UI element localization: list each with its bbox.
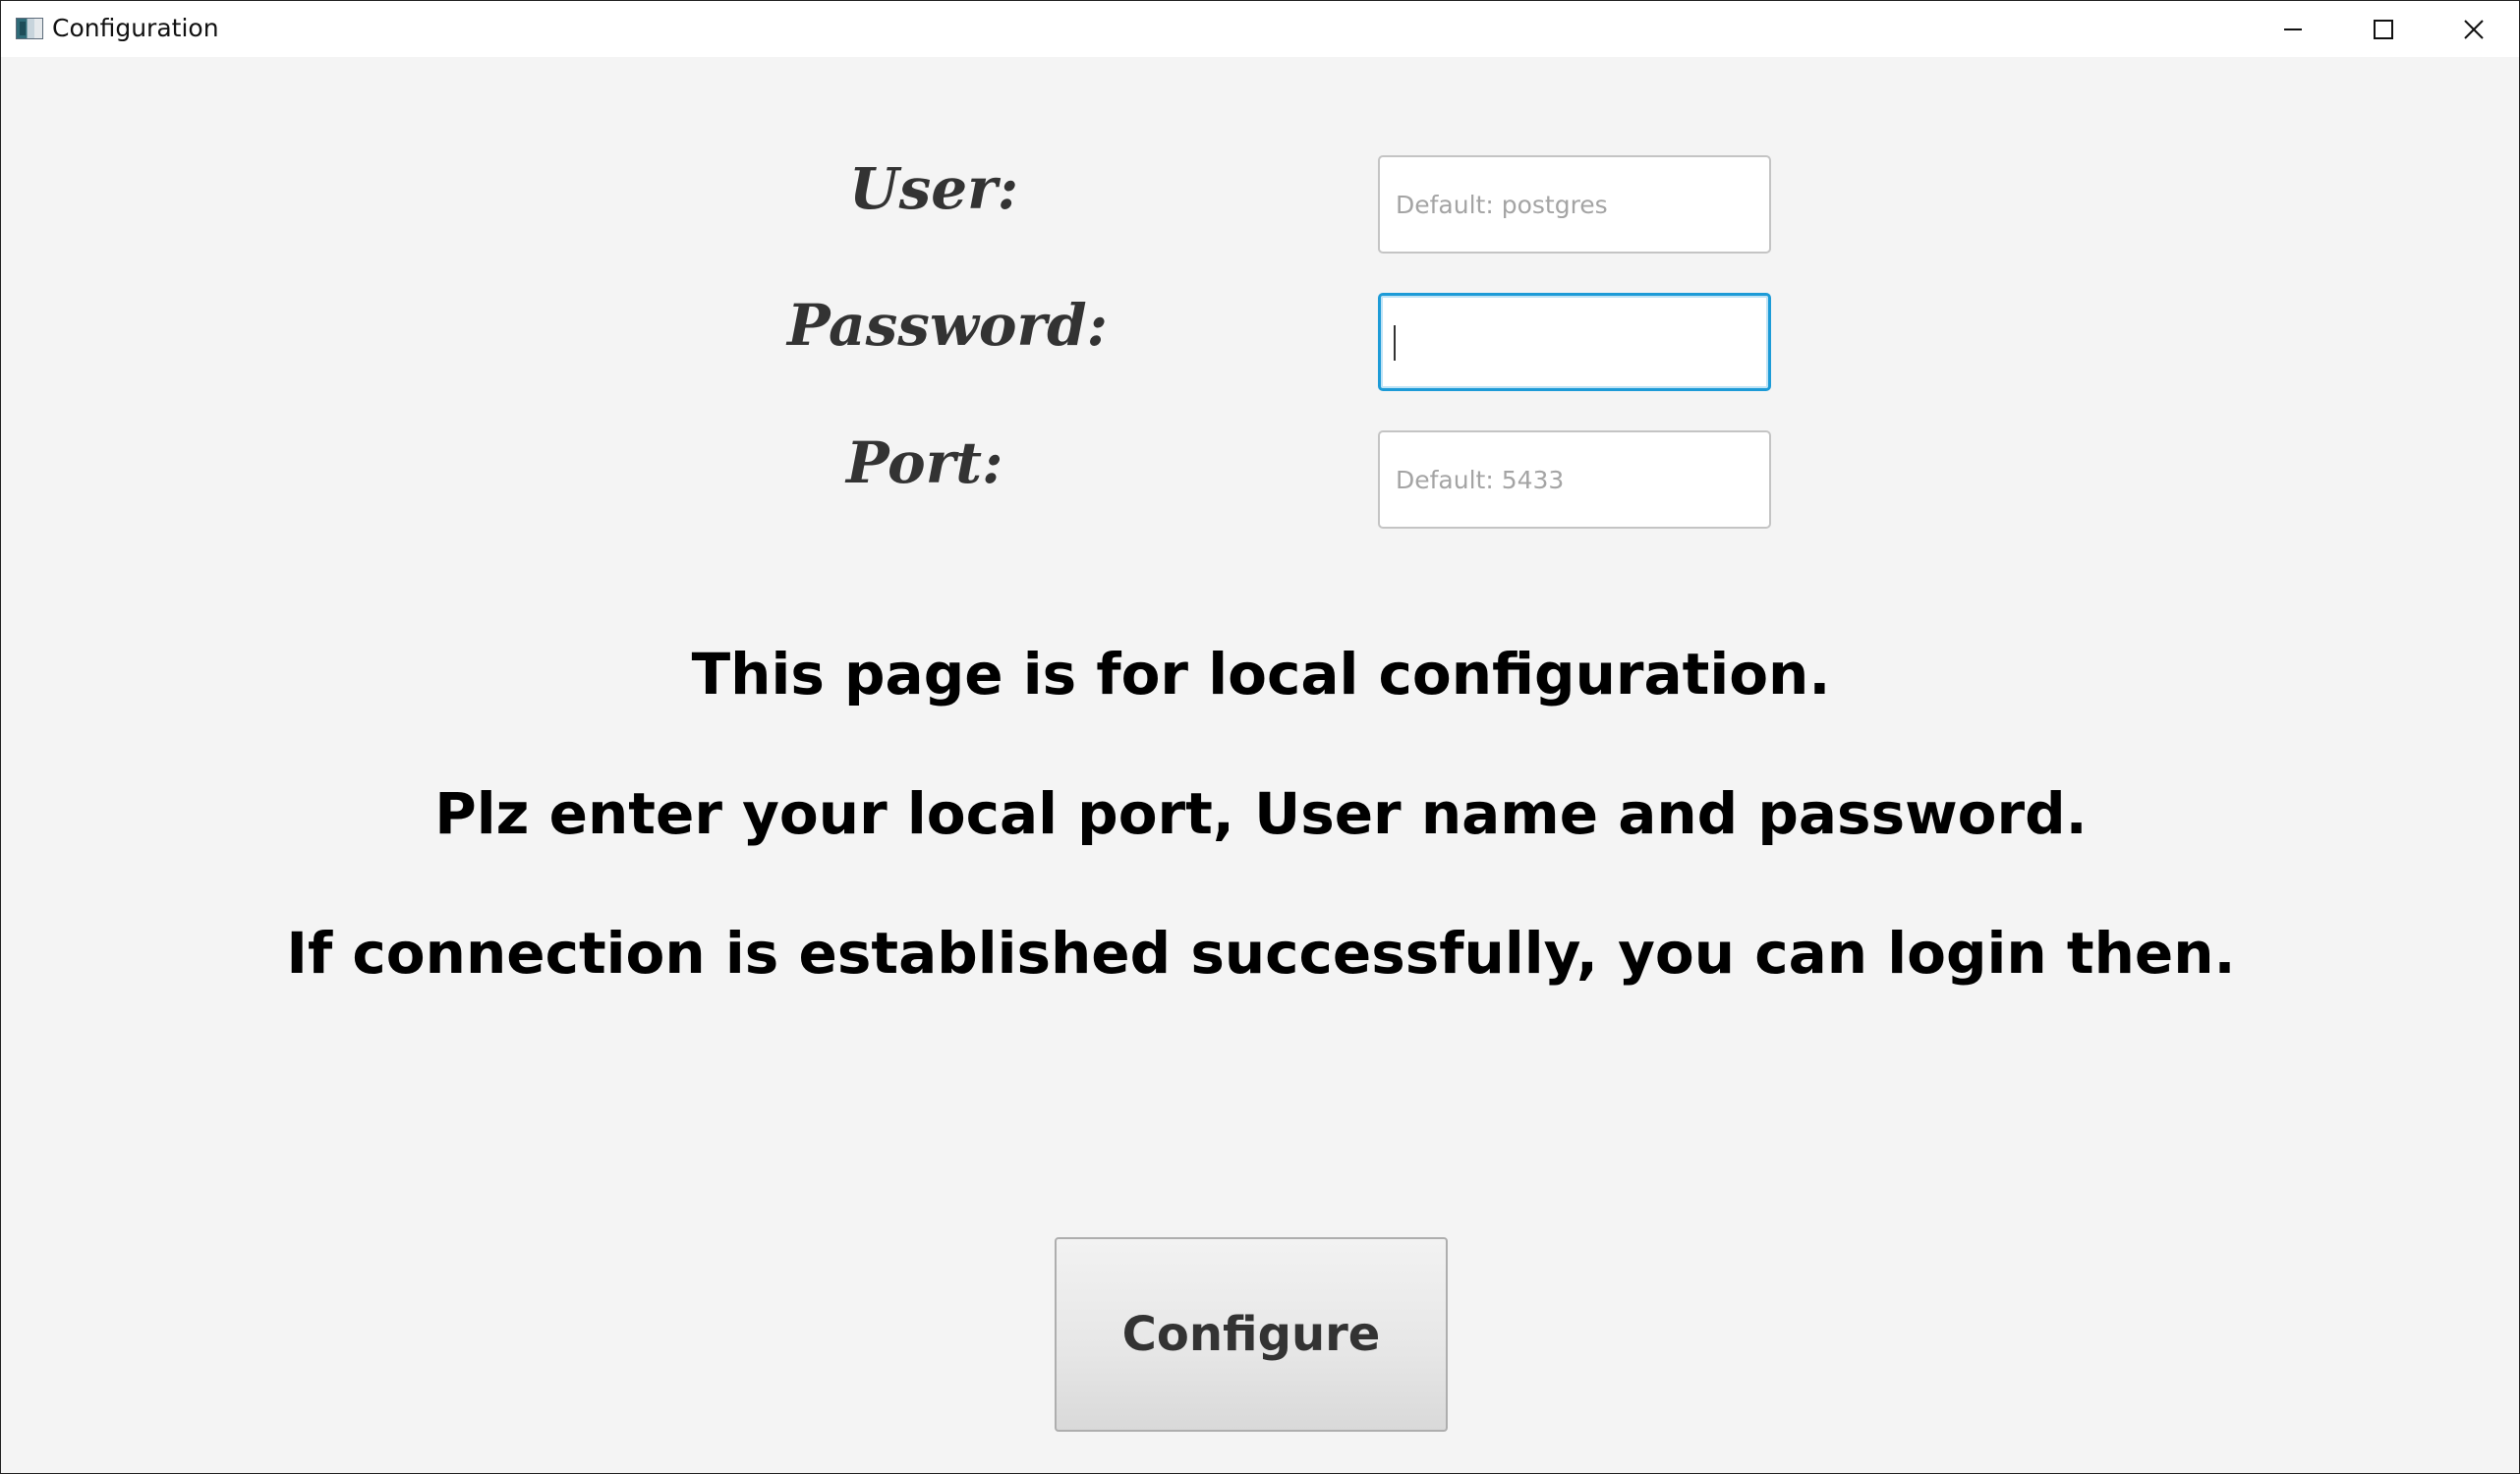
close-icon [2464,19,2484,39]
password-label: Password: [787,292,1109,359]
configuration-window: Configuration User: Password: Port: This… [0,0,2520,1474]
window-title: Configuration [52,14,219,42]
password-input[interactable] [1378,293,1771,391]
port-input[interactable] [1378,430,1771,529]
user-label: User: [849,155,1019,222]
app-icon [16,18,43,39]
info-text-line-2: Plz enter your local port, User name and… [434,780,2088,847]
minimize-button[interactable] [2248,1,2338,57]
maximize-button[interactable] [2338,1,2429,57]
title-bar[interactable]: Configuration [1,1,2519,57]
info-text-line-3: If connection is established successfull… [286,920,2236,987]
maximize-icon [2374,19,2393,39]
user-input[interactable] [1378,155,1771,254]
configure-button[interactable]: Configure [1055,1237,1448,1432]
minimize-icon [2284,28,2302,30]
port-label: Port: [846,429,1003,496]
close-button[interactable] [2429,1,2519,57]
text-caret [1394,325,1396,361]
info-text-line-1: This page is for local configuration. [691,641,1831,708]
